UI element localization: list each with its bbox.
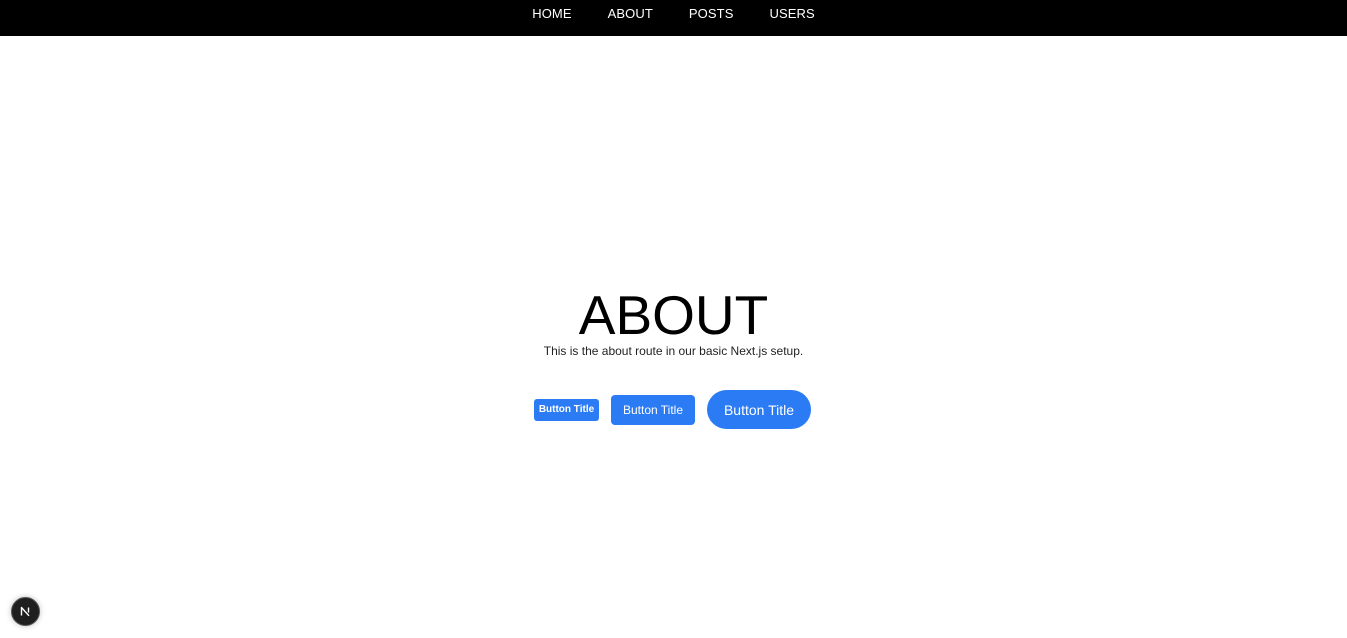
nextjs-logo-icon	[20, 606, 30, 617]
large-button[interactable]: Button Title	[707, 390, 811, 429]
nav-item-users: USERS	[769, 5, 814, 23]
top-navbar: HOME ABOUT POSTS USERS	[0, 0, 1347, 36]
main-content: ABOUT This is the about route in our bas…	[0, 36, 1347, 638]
nav-link-about[interactable]: ABOUT	[608, 6, 653, 21]
nav-item-home: HOME	[532, 5, 571, 23]
nav-item-about: ABOUT	[608, 5, 653, 23]
nav-link-posts[interactable]: POSTS	[689, 6, 734, 21]
page-subtitle: This is the about route in our basic Nex…	[543, 344, 804, 358]
nav-link-users[interactable]: USERS	[769, 6, 814, 21]
nextjs-dev-tools-button[interactable]	[11, 597, 40, 626]
nav-link-home[interactable]: HOME	[532, 6, 571, 21]
nav-list: HOME ABOUT POSTS USERS	[532, 5, 815, 23]
button-row: Button Title Button Title Button Title	[534, 390, 811, 429]
medium-button[interactable]: Button Title	[611, 394, 695, 425]
small-button[interactable]: Button Title	[534, 398, 599, 421]
nav-item-posts: POSTS	[689, 5, 734, 23]
page-title: ABOUT	[578, 284, 769, 346]
